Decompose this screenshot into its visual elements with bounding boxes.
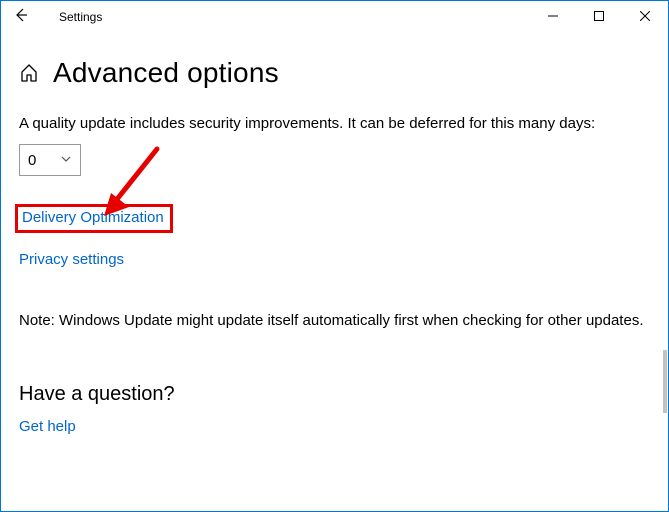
help-heading: Have a question? <box>19 383 650 406</box>
back-button[interactable] <box>1 1 41 33</box>
update-note: Note: Windows Update might update itself… <box>19 312 650 329</box>
annotation-highlight: Delivery Optimization <box>15 204 173 233</box>
delivery-optimization-link[interactable]: Delivery Optimization <box>22 209 164 226</box>
arrow-left-icon <box>13 7 29 27</box>
minimize-icon <box>548 8 558 25</box>
minimize-button[interactable] <box>530 1 576 31</box>
close-button[interactable] <box>622 1 668 31</box>
content-area: Advanced options A quality update includ… <box>1 57 668 453</box>
page-header: Advanced options <box>19 57 650 89</box>
get-help-link[interactable]: Get help <box>19 418 76 435</box>
maximize-button[interactable] <box>576 1 622 31</box>
scrollbar-thumb[interactable] <box>663 350 667 413</box>
defer-description: A quality update includes security impro… <box>19 115 650 132</box>
defer-days-dropdown[interactable]: 0 <box>19 144 81 176</box>
settings-window: Settings Advanced o <box>0 0 669 512</box>
page-title: Advanced options <box>53 57 279 89</box>
chevron-down-icon <box>60 152 72 169</box>
titlebar: Settings <box>1 1 668 33</box>
window-controls <box>530 1 668 33</box>
window-title: Settings <box>59 10 102 24</box>
defer-days-value: 0 <box>28 152 36 169</box>
maximize-icon <box>594 8 604 25</box>
close-icon <box>640 8 650 25</box>
home-icon[interactable] <box>19 63 39 83</box>
privacy-settings-link[interactable]: Privacy settings <box>19 251 124 268</box>
